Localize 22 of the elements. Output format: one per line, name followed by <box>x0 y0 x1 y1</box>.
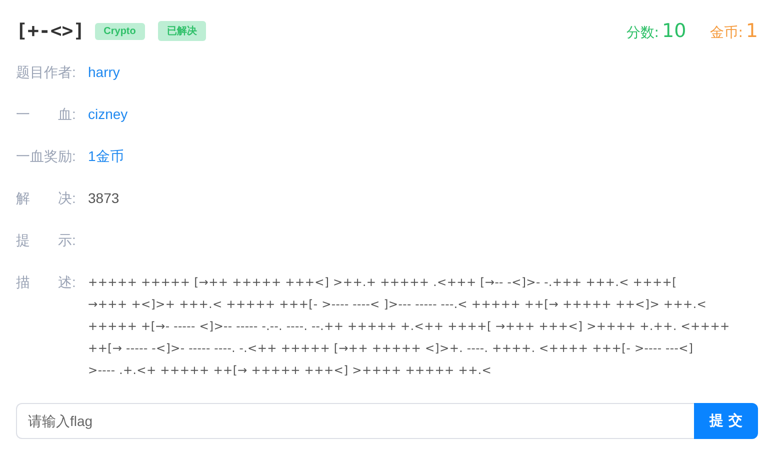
field-label: 一 血: <box>16 106 77 124</box>
field-label: 解 决: <box>16 190 77 208</box>
description-line: +++++ +++++ [→++ +++++ +++<] >++.+ +++++ .<+++ [→-- -<]>- -.+++ +++.< ++++[ <box>88 274 678 291</box>
flag-input[interactable]: 请输入flag <box>16 403 694 439</box>
description-line: ++[→ ----- -<]>- ----- ----. -.<++ +++++ [→++ +++++ <]>+. ----. ++++. <++++ +++[- >---- ---<] <box>88 340 694 357</box>
field-value: 3873 <box>88 190 120 206</box>
field-label: 一血奖励: <box>16 148 77 166</box>
challenge-title: [+-<>] <box>16 20 85 42</box>
field-label: 题目作者: <box>16 64 77 82</box>
description-line: +++++ +[→- ----- <]>-- ----- -.--. ----. --.++ +++++ +.<++ ++++[ →+++ +++<] >++++ +.++. <++++ <box>88 318 730 335</box>
field-label: 提 示: <box>16 232 77 250</box>
field-label: 描 述: <box>16 273 77 292</box>
description-line: →+++ +<]>+ +++.< +++++ +++[- >---- ----< ]>--- ----- ---.< +++++ ++[→ +++++ ++<]> +++.< <box>88 296 708 313</box>
tag: Crypto <box>94 22 145 40</box>
submit-button[interactable]: 提 交 <box>694 403 758 439</box>
field-link[interactable]: harry <box>88 64 120 80</box>
field-link[interactable]: 1金币 <box>88 148 124 166</box>
tag: 已解决 <box>158 21 206 41</box>
field-link[interactable]: cizney <box>88 106 128 122</box>
score: 分数:10 <box>626 20 686 42</box>
coins: 金币:1 <box>710 20 758 42</box>
description-line: >---- .+.<+ +++++ ++[→ +++++ +++<] >++++ +++++ ++.< <box>88 362 493 379</box>
